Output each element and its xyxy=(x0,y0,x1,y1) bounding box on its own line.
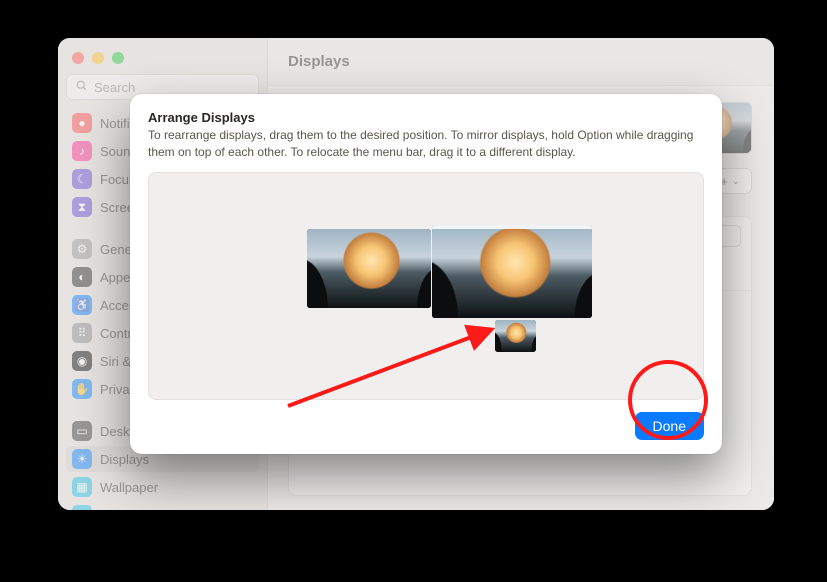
menu-bar-handle[interactable] xyxy=(432,225,592,229)
sheet-description: To rearrange displays, drag them to the … xyxy=(148,127,704,162)
display-arrangement-area[interactable] xyxy=(148,172,704,400)
display-3[interactable] xyxy=(495,320,536,352)
done-button[interactable]: Done xyxy=(635,412,704,440)
display-1[interactable] xyxy=(307,229,431,308)
arrange-displays-sheet: Arrange Displays To rearrange displays, … xyxy=(130,94,722,454)
sheet-title: Arrange Displays xyxy=(148,110,704,125)
display-2[interactable] xyxy=(432,225,592,318)
